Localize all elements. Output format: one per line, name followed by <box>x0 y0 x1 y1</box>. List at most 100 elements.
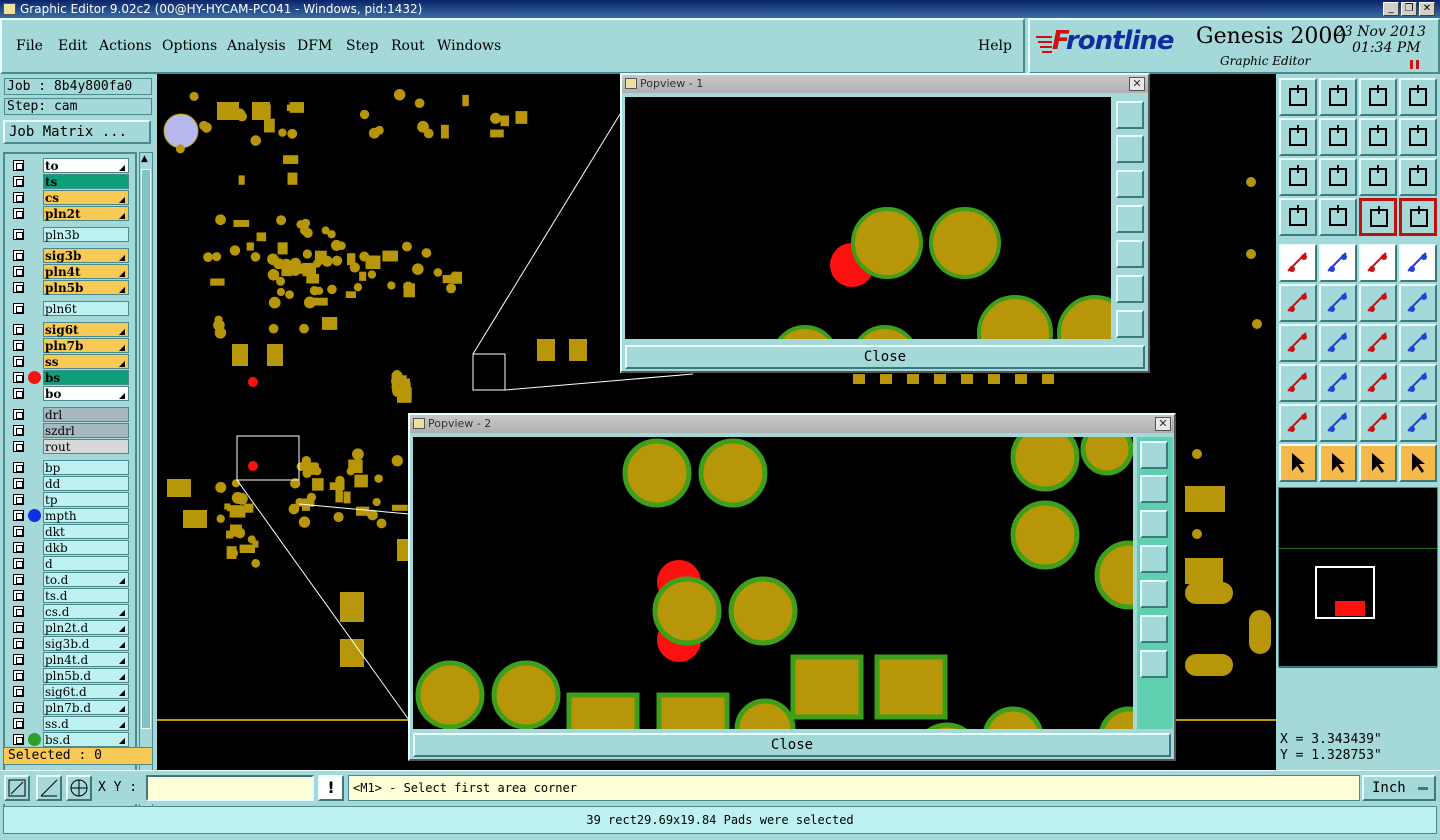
layer-name[interactable]: bs <box>43 370 129 385</box>
layer-name[interactable]: ts <box>43 174 129 189</box>
layer-name[interactable]: bs.d ◢ <box>43 732 129 747</box>
popview-pan-left-button[interactable] <box>1140 545 1168 573</box>
layer-row[interactable]: bp <box>7 460 131 475</box>
layer-checkbox[interactable] <box>13 686 24 697</box>
layer-name[interactable]: szdrl <box>43 423 129 438</box>
layer-checkbox[interactable] <box>13 734 24 745</box>
popview-pan-right-button[interactable] <box>1116 240 1144 268</box>
pan-left-button[interactable] <box>1279 118 1317 156</box>
layer-name[interactable]: dkb <box>43 540 129 555</box>
zoom-up-button[interactable] <box>1279 78 1317 116</box>
select-feature-button[interactable] <box>1279 244 1317 282</box>
layer-checkbox[interactable] <box>13 622 24 633</box>
popview-zoom-fit-button[interactable] <box>1140 441 1168 469</box>
layout-button[interactable] <box>1399 78 1437 116</box>
layer-row[interactable]: ss.d ◢ <box>7 716 131 731</box>
layer-checkbox[interactable] <box>13 494 24 505</box>
grid-toggle-button[interactable] <box>1319 198 1357 236</box>
layer-row[interactable]: pln7b ◢ <box>7 338 131 353</box>
popview-2-close-icon[interactable]: ✕ <box>1155 417 1171 431</box>
delete-node-button[interactable] <box>1319 284 1357 322</box>
pointer-button[interactable] <box>1279 444 1317 482</box>
layer-name[interactable]: tp <box>43 492 129 507</box>
layer-name[interactable]: drl <box>43 407 129 422</box>
layer-checkbox[interactable] <box>13 303 24 314</box>
layer-name[interactable]: sig3b ◢ <box>43 248 129 263</box>
layer-row[interactable]: pln4t ◢ <box>7 264 131 279</box>
scroll-up-icon[interactable]: ▲ <box>141 154 148 164</box>
layer-checkbox[interactable] <box>13 462 24 473</box>
popview-1-close-icon[interactable]: ✕ <box>1129 77 1145 91</box>
layer-row[interactable]: ss ◢ <box>7 354 131 369</box>
scale-1-2-button[interactable] <box>1359 158 1397 196</box>
layer-row[interactable]: sig3b ◢ <box>7 248 131 263</box>
layer-name[interactable]: sig3b.d ◢ <box>43 636 129 651</box>
overview-map[interactable] <box>1278 487 1438 668</box>
snap-grid-button[interactable] <box>66 775 92 801</box>
layer-row[interactable]: ts.d <box>7 588 131 603</box>
layer-checkbox[interactable] <box>13 409 24 420</box>
layer-row[interactable]: to ◢ <box>7 158 131 173</box>
layer-name[interactable]: cs.d ◢ <box>43 604 129 619</box>
slash-button[interactable] <box>1319 324 1357 362</box>
close-button[interactable]: ✕ <box>1419 2 1435 16</box>
a-shape-cross-button[interactable] <box>1399 404 1437 442</box>
measure-tool-button[interactable] <box>1279 198 1317 236</box>
layer-checkbox[interactable] <box>13 542 24 553</box>
layer-row[interactable]: dkt <box>7 524 131 539</box>
layer-checkbox[interactable] <box>13 574 24 585</box>
layer-name[interactable]: pln7b ◢ <box>43 338 129 353</box>
route-button[interactable] <box>1399 444 1437 482</box>
layer-checkbox[interactable] <box>13 324 24 335</box>
layer-name[interactable]: pln4t ◢ <box>43 264 129 279</box>
triangle-button[interactable] <box>1279 404 1317 442</box>
layer-checkbox[interactable] <box>13 192 24 203</box>
layer-row[interactable]: tp <box>7 492 131 507</box>
layer-row[interactable]: pln4t.d ◢ <box>7 652 131 667</box>
redraw-button[interactable] <box>1399 118 1437 156</box>
layer-checkbox[interactable] <box>13 372 24 383</box>
layer-checkbox[interactable] <box>13 250 24 261</box>
query-button[interactable] <box>1399 158 1437 196</box>
layer-name[interactable]: dd <box>43 476 129 491</box>
layer-row[interactable]: d <box>7 556 131 571</box>
scrollbar-thumb[interactable] <box>141 169 151 729</box>
menu-options[interactable]: Options <box>162 38 217 54</box>
layer-row[interactable]: ts <box>7 174 131 189</box>
layer-name[interactable]: pln3b <box>43 227 129 242</box>
layer-row[interactable]: sig6t ◢ <box>7 322 131 337</box>
layer-name[interactable]: to.d ◢ <box>43 572 129 587</box>
layer-checkbox[interactable] <box>13 718 24 729</box>
popview-2-view[interactable] <box>413 437 1133 729</box>
move-node-button[interactable] <box>1359 284 1397 322</box>
snap-alt-button[interactable] <box>1399 198 1437 236</box>
layer-row[interactable]: pln7b.d ◢ <box>7 700 131 715</box>
line-tool-button[interactable] <box>1319 244 1357 282</box>
layer-checkbox[interactable] <box>13 229 24 240</box>
menu-actions[interactable]: Actions <box>99 38 152 54</box>
layer-name[interactable]: cs ◢ <box>43 190 129 205</box>
layer-name[interactable]: bo ◢ <box>43 386 129 401</box>
layer-checkbox[interactable] <box>13 356 24 367</box>
popview-1-close-button[interactable]: Close <box>625 345 1145 369</box>
pan-right-button[interactable] <box>1319 118 1357 156</box>
menu-file[interactable]: File <box>16 38 43 54</box>
popview-pan-up-button[interactable] <box>1140 475 1168 503</box>
layer-row[interactable]: pln5b.d ◢ <box>7 668 131 683</box>
layer-row[interactable]: sig6t.d ◢ <box>7 684 131 699</box>
layer-checkbox[interactable] <box>13 590 24 601</box>
popview-1-view[interactable] <box>625 97 1111 339</box>
angle-button[interactable] <box>1279 324 1317 362</box>
layer-name[interactable]: sig6t ◢ <box>43 322 129 337</box>
layer-name[interactable]: ss.d ◢ <box>43 716 129 731</box>
layer-checkbox[interactable] <box>13 388 24 399</box>
layer-row[interactable]: bs <box>7 370 131 385</box>
menu-rout[interactable]: Rout <box>391 38 425 54</box>
layer-checkbox[interactable] <box>13 340 24 351</box>
layer-checkbox[interactable] <box>13 510 24 521</box>
menu-step[interactable]: Step <box>346 38 378 54</box>
layer-name[interactable]: mpth <box>43 508 129 523</box>
minimize-button[interactable]: _ <box>1383 2 1399 16</box>
layer-row[interactable]: szdrl <box>7 423 131 438</box>
layer-name[interactable]: dkt <box>43 524 129 539</box>
